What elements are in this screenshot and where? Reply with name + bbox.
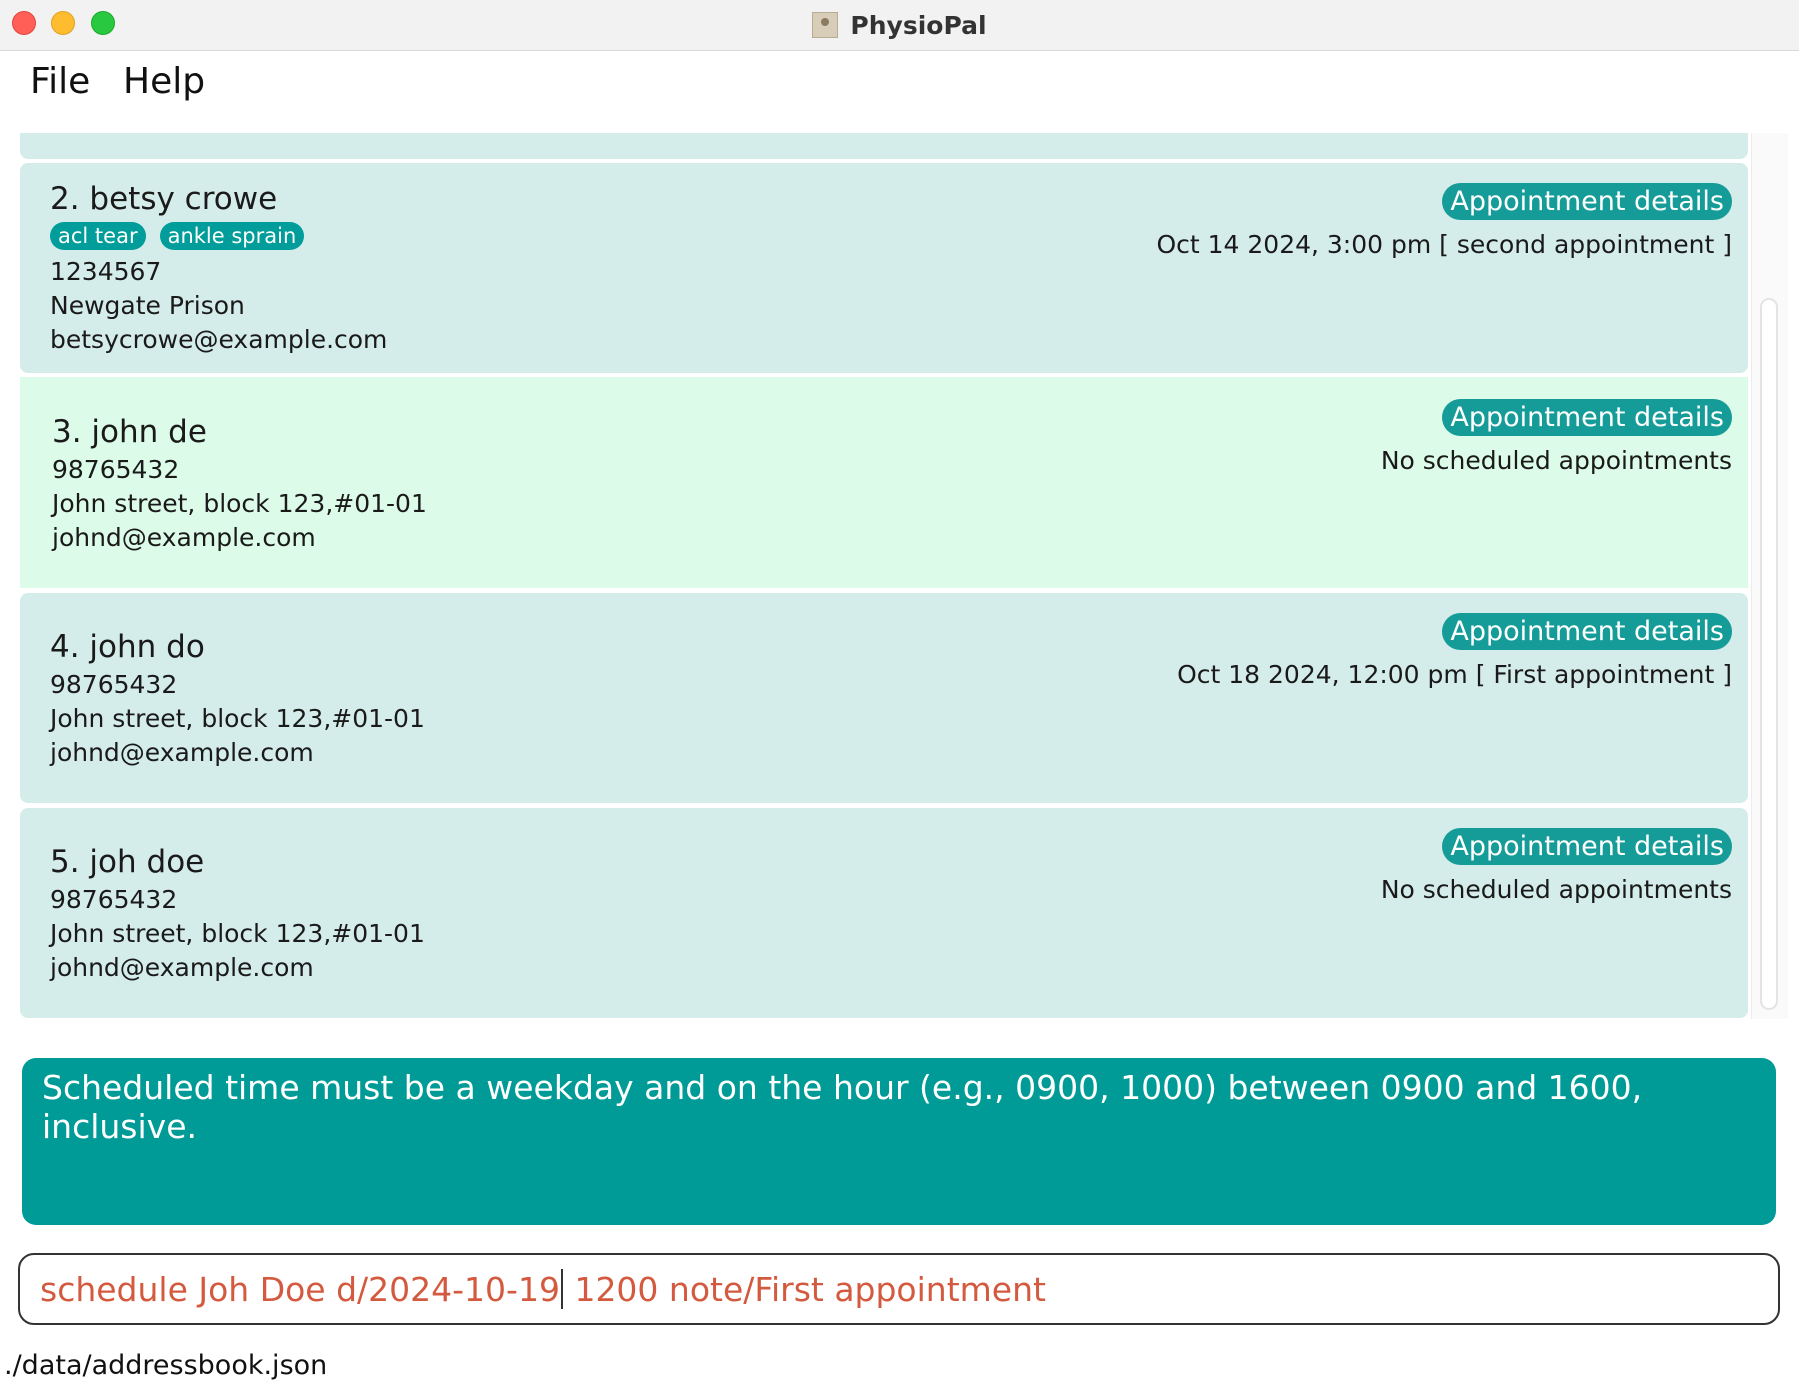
patient-email: johnd@example.com bbox=[50, 953, 314, 982]
appointment-details-button[interactable]: Appointment details bbox=[1442, 399, 1732, 436]
list-scrollbar[interactable] bbox=[1751, 133, 1788, 1019]
patient-email: johnd@example.com bbox=[50, 738, 314, 767]
tag-list: acl tear ankle sprain bbox=[50, 222, 305, 250]
appointment-info: Oct 14 2024, 3:00 pm [ second appointmen… bbox=[1156, 230, 1732, 259]
scrollbar-thumb[interactable] bbox=[1760, 298, 1778, 1010]
patient-card[interactable]: 2. betsy crowe acl tear ankle sprain 123… bbox=[20, 163, 1748, 373]
patient-name: 2. betsy crowe bbox=[50, 181, 278, 217]
patient-list[interactable]: 2. betsy crowe acl tear ankle sprain 123… bbox=[0, 133, 1799, 1019]
patient-card[interactable]: 5. joh doe 98765432 John street, block 1… bbox=[20, 808, 1748, 1018]
menu-bar: File Help bbox=[0, 51, 1799, 133]
patient-email: betsycrowe@example.com bbox=[50, 325, 388, 354]
data-file-path: ./data/addressbook.json bbox=[4, 1350, 328, 1381]
result-message: Scheduled time must be a weekday and on … bbox=[42, 1068, 1643, 1146]
command-text-before-caret: schedule Joh Doe d/2024-10-19 bbox=[40, 1269, 560, 1309]
patient-name: 4. john do bbox=[50, 629, 205, 665]
patient-card-partial[interactable] bbox=[20, 133, 1748, 159]
patient-address: John street, block 123,#01-01 bbox=[50, 704, 425, 733]
appointment-info: No scheduled appointments bbox=[1380, 875, 1732, 904]
patient-address: John street, block 123,#01-01 bbox=[52, 489, 427, 518]
text-caret bbox=[560, 1269, 563, 1309]
patient-address: Newgate Prison bbox=[50, 291, 245, 320]
patient-phone: 1234567 bbox=[50, 257, 162, 286]
patient-card-selected[interactable]: 3. john de 98765432 John street, block 1… bbox=[20, 377, 1748, 588]
patient-address: John street, block 123,#01-01 bbox=[50, 919, 425, 948]
appointment-details-button[interactable]: Appointment details bbox=[1442, 183, 1732, 220]
patient-card[interactable]: 4. john do 98765432 John street, block 1… bbox=[20, 593, 1748, 803]
command-input[interactable]: schedule Joh Doe d/2024-10-19 1200 note/… bbox=[18, 1253, 1780, 1325]
app-icon bbox=[812, 12, 839, 38]
menu-file[interactable]: File bbox=[30, 61, 90, 102]
result-display: Scheduled time must be a weekday and on … bbox=[22, 1058, 1776, 1225]
patient-phone: 98765432 bbox=[52, 455, 180, 484]
patient-phone: 98765432 bbox=[50, 670, 178, 699]
tag: ankle sprain bbox=[159, 222, 305, 250]
patient-email: johnd@example.com bbox=[52, 523, 316, 552]
title-bar: PhysioPal bbox=[0, 0, 1799, 51]
menu-help[interactable]: Help bbox=[123, 61, 205, 102]
status-bar: ./data/addressbook.json bbox=[0, 1340, 1799, 1399]
command-text-after-caret: 1200 note/First appointment bbox=[563, 1269, 1046, 1309]
appointment-details-button[interactable]: Appointment details bbox=[1442, 613, 1732, 650]
patient-phone: 98765432 bbox=[50, 885, 178, 914]
appointment-details-button[interactable]: Appointment details bbox=[1442, 828, 1732, 865]
appointment-info: Oct 18 2024, 12:00 pm [ First appointmen… bbox=[1177, 660, 1732, 689]
patient-name: 3. john de bbox=[52, 414, 207, 450]
patient-name: 5. joh doe bbox=[50, 844, 205, 880]
tag: acl tear bbox=[50, 222, 146, 250]
window-title: PhysioPal bbox=[850, 10, 987, 40]
appointment-info: No scheduled appointments bbox=[1380, 446, 1732, 475]
